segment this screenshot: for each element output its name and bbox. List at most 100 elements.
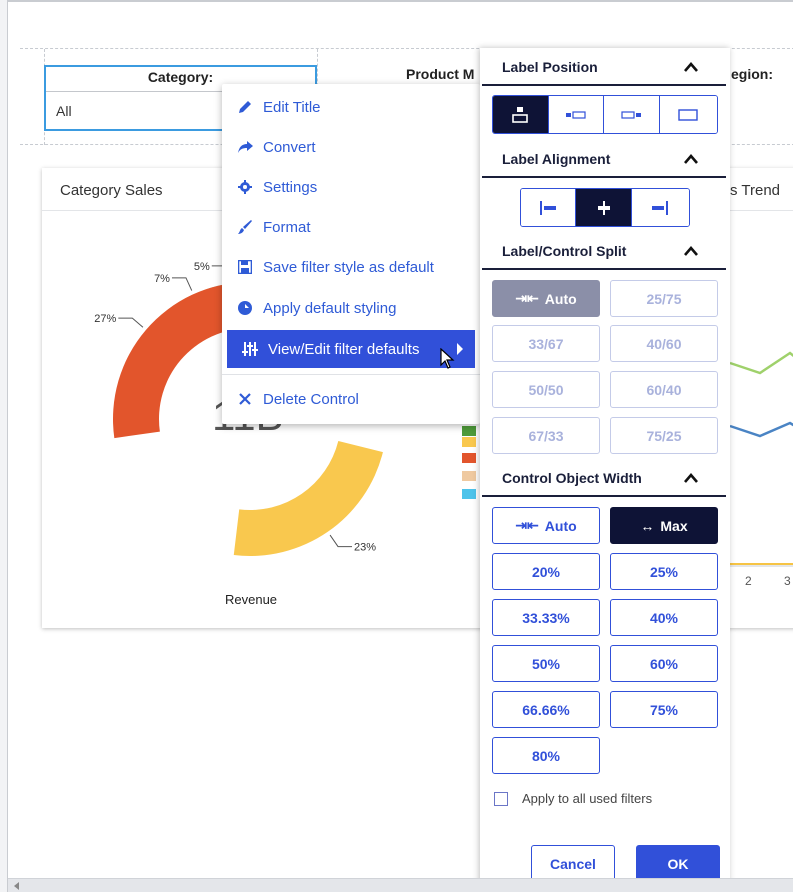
menu-item-label: Apply default styling [263, 299, 397, 317]
option-label: 60/40 [646, 381, 682, 398]
mouse-cursor-icon [440, 348, 455, 369]
donut-data-label: 23% [354, 542, 376, 554]
legend-swatch [462, 471, 476, 481]
section-label-alignment[interactable]: Label Alignment [482, 142, 726, 178]
label-left-option[interactable] [548, 96, 604, 133]
section-title: Control Object Width [502, 470, 642, 486]
section-title: Label Position [502, 59, 598, 75]
split-75-25-option[interactable]: 75/25 [610, 417, 718, 454]
collapse-arrows-icon: ⇥⇤ [515, 517, 539, 533]
width-60-option[interactable]: 60% [610, 645, 718, 682]
donut-data-label: 27% [94, 313, 116, 325]
align-left-icon [540, 200, 557, 215]
label-right-option[interactable] [604, 96, 660, 133]
option-label: 25/75 [646, 290, 682, 307]
section-title: Label Alignment [502, 151, 611, 167]
option-label: Auto [544, 517, 577, 534]
label-top-option[interactable] [493, 96, 549, 133]
label-hidden-icon [678, 108, 698, 121]
option-label: 20% [531, 563, 561, 580]
menu-item-view-edit-filter-defaults[interactable]: View/Edit filter defaults [227, 330, 475, 368]
section-control-object-width[interactable]: Control Object Width [482, 461, 726, 497]
option-label: 33/67 [528, 335, 564, 352]
align-center-option[interactable] [576, 189, 632, 226]
region-filter-label: egion: [731, 66, 773, 82]
floppy-disk-icon [236, 258, 254, 276]
label-position-group [492, 95, 718, 134]
legend-swatch [462, 437, 476, 447]
donut-slice[interactable] [233, 441, 383, 556]
palette-icon [236, 299, 254, 317]
apply-all-checkbox[interactable] [494, 791, 508, 806]
width-66-option[interactable]: 66.66% [492, 691, 600, 728]
split-60-40-option[interactable]: 60/40 [610, 371, 718, 408]
donut-leader-line [329, 534, 353, 548]
donut-axis-label: Revenue [225, 592, 278, 607]
filter-defaults-panel: Label Position Label Alignment Label/Con… [480, 48, 730, 892]
section-label-control-split[interactable]: Label/Control Split [482, 234, 726, 270]
width-max-option[interactable]: ↔ Max [610, 507, 718, 544]
split-33-67-option[interactable]: 33/67 [492, 325, 600, 362]
menu-item-settings[interactable]: Settings [222, 168, 480, 206]
menu-item-label: View/Edit filter defaults [268, 340, 420, 358]
cancel-button[interactable]: Cancel [531, 845, 615, 882]
paintbrush-icon [236, 218, 254, 236]
pencil-icon [236, 98, 254, 116]
width-33-option[interactable]: 33.33% [492, 599, 600, 636]
context-menu: Edit Title Convert Settings Format Save … [222, 84, 480, 424]
width-50-option[interactable]: 50% [492, 645, 600, 682]
menu-item-apply-default-styling[interactable]: Apply default styling [222, 289, 480, 327]
width-75-option[interactable]: 75% [610, 691, 718, 728]
chevron-up-icon [684, 62, 698, 72]
legend-swatch [462, 426, 476, 436]
chevron-up-icon [684, 246, 698, 256]
split-40-60-option[interactable]: 40/60 [610, 325, 718, 362]
menu-item-convert[interactable]: Convert [222, 128, 480, 166]
align-right-option[interactable] [631, 189, 689, 226]
width-20-option[interactable]: 20% [492, 553, 600, 590]
chevron-up-icon [684, 473, 698, 483]
sliders-icon [241, 340, 259, 358]
align-left-option[interactable] [521, 189, 577, 226]
apply-all-row: Apply to all used filters [494, 791, 652, 806]
trend-axis-tick: 2 [745, 574, 752, 588]
label-hidden-option[interactable] [659, 96, 717, 133]
menu-item-delete-control[interactable]: Delete Control [222, 380, 480, 418]
label-left-icon [565, 110, 586, 119]
label-top-icon [512, 106, 529, 123]
window-left-border [0, 0, 8, 892]
option-label: Max [660, 517, 688, 534]
donut-data-label: 5% [194, 261, 210, 273]
category-filter-label: Category: [147, 69, 214, 85]
submenu-arrow-icon [457, 343, 463, 355]
option-label: 50% [531, 655, 561, 672]
option-label: Auto [544, 290, 577, 307]
gear-icon [236, 178, 254, 196]
width-80-option[interactable]: 80% [492, 737, 600, 774]
align-center-icon [597, 200, 610, 215]
split-25-75-option[interactable]: 25/75 [610, 280, 718, 317]
width-auto-option[interactable]: ⇥⇤ Auto [492, 507, 600, 544]
option-label: 80% [531, 747, 561, 764]
menu-item-edit-title[interactable]: Edit Title [222, 88, 480, 126]
width-25-option[interactable]: 25% [610, 553, 718, 590]
apply-all-label: Apply to all used filters [522, 791, 653, 806]
menu-item-label: Save filter style as default [263, 258, 434, 276]
menu-item-save-filter-style[interactable]: Save filter style as default [222, 248, 480, 286]
option-label: 60% [649, 655, 679, 672]
ok-button[interactable]: OK [636, 845, 720, 882]
label-right-icon [621, 110, 642, 119]
split-67-33-option[interactable]: 67/33 [492, 417, 600, 454]
option-label: 40/60 [646, 335, 682, 352]
option-label: 25% [649, 563, 679, 580]
width-40-option[interactable]: 40% [610, 599, 718, 636]
split-50-50-option[interactable]: 50/50 [492, 371, 600, 408]
donut-leader-line [118, 317, 144, 328]
section-label-position[interactable]: Label Position [482, 50, 726, 86]
menu-item-format[interactable]: Format [222, 208, 480, 246]
split-auto-option[interactable]: ⇥⇤ Auto [492, 280, 600, 317]
horizontal-scrollbar[interactable] [8, 878, 793, 892]
category-filter-value: All [56, 103, 72, 119]
legend-swatch [462, 489, 476, 499]
scroll-left-icon[interactable] [14, 882, 19, 890]
